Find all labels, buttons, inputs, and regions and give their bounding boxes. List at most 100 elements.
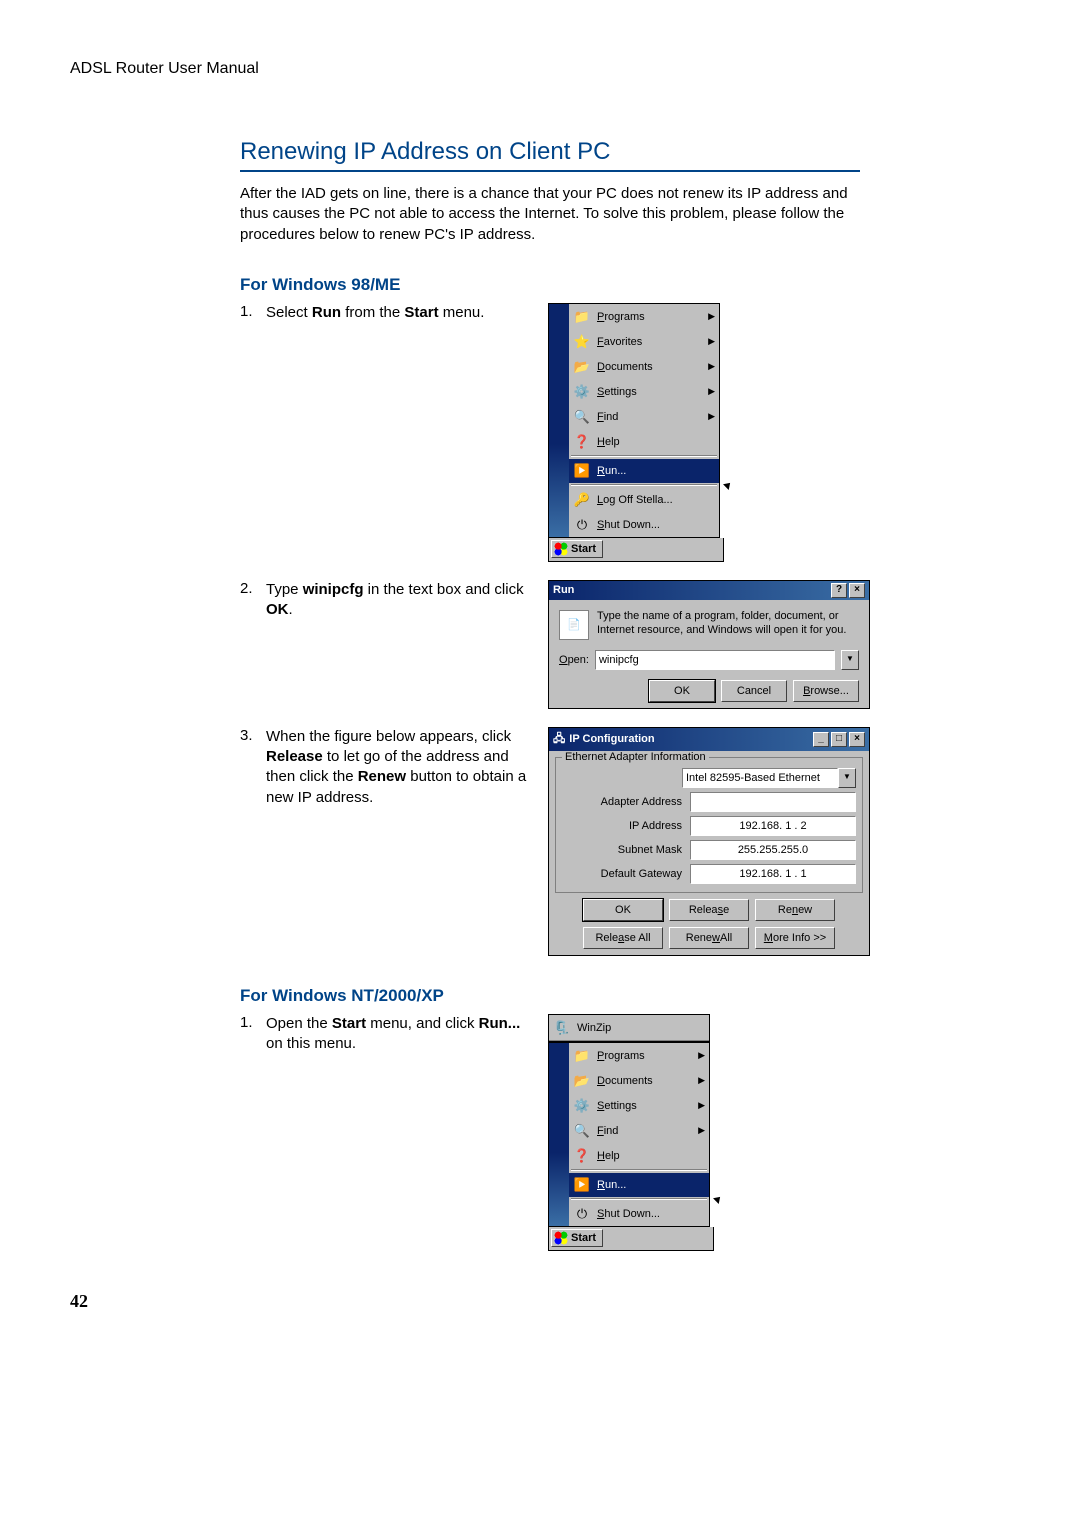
ip-row-value: 192.168. 1 . 1: [690, 864, 856, 884]
ipconfig-title: IP Configuration: [569, 733, 654, 745]
menu-item-help[interactable]: ❓Help: [569, 1143, 709, 1168]
winnt-start-menu: Windows NT Workstation 📁Programs▶📂Docume…: [548, 1042, 710, 1227]
menu-item-documents[interactable]: 📂Documents▶: [569, 354, 719, 379]
windows-logo-icon: [554, 542, 568, 556]
documents-icon: 📂: [573, 1072, 591, 1090]
menu-item-label: Help: [597, 1150, 620, 1162]
menu-item-label: Help: [597, 436, 620, 448]
ip-row-value: 192.168. 1 . 2: [690, 816, 856, 836]
renew-all-button[interactable]: Renew All: [669, 927, 749, 949]
favorites-icon: ⭐: [573, 333, 591, 351]
adapter-dropdown-button[interactable]: ▼: [838, 768, 856, 788]
menu-item-label: Programs: [597, 311, 645, 323]
menu-item-label: Run...: [597, 465, 626, 477]
start-button-label: Start: [571, 543, 596, 555]
programs-icon: 📁: [573, 308, 591, 326]
start-sideband-nt: Windows NT Workstation: [549, 1043, 569, 1226]
submenu-arrow-icon: ▶: [698, 1125, 705, 1136]
menu-item-shut-down-[interactable]: ⏻ Shut Down...: [569, 512, 719, 537]
shutdown-icon: ⏻: [573, 516, 591, 534]
more-info-button[interactable]: More Info >>: [755, 927, 835, 949]
menu-item-log-off-stella-[interactable]: 🔑 Log Off Stella...: [569, 487, 719, 512]
ipconfig-dialog: 🖧 IP Configuration _ □ × Ethernet Adapte…: [548, 727, 870, 956]
close-button[interactable]: ×: [849, 732, 865, 747]
programs-icon: 📁: [573, 1047, 591, 1065]
ok-button[interactable]: OK: [583, 899, 663, 921]
open-input[interactable]: winipcfg: [595, 650, 835, 670]
submenu-arrow-icon: ▶: [698, 1075, 705, 1086]
menu-item-documents[interactable]: 📂Documents▶: [569, 1068, 709, 1093]
settings-icon: ⚙️: [573, 1097, 591, 1115]
settings-icon: ⚙️: [573, 383, 591, 401]
ipconfig-titlebar: 🖧 IP Configuration _ □ ×: [549, 728, 869, 751]
ip-row-label: Subnet Mask: [562, 844, 690, 856]
menu-item-run-[interactable]: ▶️Run...: [569, 458, 719, 483]
browse-button[interactable]: Browse...: [793, 680, 859, 702]
taskbar-nt: Start: [548, 1227, 714, 1251]
menu-item-shut-down-[interactable]: ⏻ Shut Down...: [569, 1201, 709, 1226]
menu-item-programs[interactable]: 📁Programs▶: [569, 1043, 709, 1068]
run-icon: 📄: [559, 610, 589, 640]
ip-row-label: Adapter Address: [562, 796, 690, 808]
step-number: 3.: [240, 727, 266, 808]
ip-row: Subnet Mask255.255.255.0: [562, 840, 856, 860]
menu-item-programs[interactable]: 📁 Programs ▶: [569, 304, 719, 329]
release-button[interactable]: Release: [669, 899, 749, 921]
step3-text: When the figure below appears, click Rel…: [266, 727, 540, 808]
step-number: 1.: [240, 1014, 266, 1055]
start-button[interactable]: Start: [551, 540, 603, 558]
menu-item-settings[interactable]: ⚙️Settings▶: [569, 379, 719, 404]
maximize-button[interactable]: □: [831, 732, 847, 747]
winzip-menu-item[interactable]: 🗜️ WinZip: [549, 1015, 709, 1041]
menu-item-settings[interactable]: ⚙️Settings▶: [569, 1093, 709, 1118]
submenu-arrow-icon: ▶: [698, 1100, 705, 1111]
ip-row-label: Default Gateway: [562, 868, 690, 880]
release-all-button[interactable]: Release All: [583, 927, 663, 949]
menu-item-run-[interactable]: ▶️Run...: [569, 1172, 709, 1197]
groupbox-title: Ethernet Adapter Information: [562, 751, 709, 763]
run-dialog-titlebar: Run ? ×: [549, 581, 869, 600]
winzip-label: WinZip: [577, 1022, 611, 1034]
menu-item-find[interactable]: 🔍Find▶: [569, 404, 719, 429]
taskbar: Start: [548, 538, 724, 562]
help-button[interactable]: ?: [831, 583, 847, 598]
run-description: Type the name of a program, folder, docu…: [597, 610, 859, 638]
section-winnt-title: For Windows NT/2000/XP: [240, 986, 1010, 1006]
run-dialog: Run ? × 📄 Type the name of a program, fo…: [548, 580, 870, 709]
run-icon: ▶️: [573, 1176, 591, 1194]
renew-button[interactable]: Renew: [755, 899, 835, 921]
ok-button[interactable]: OK: [649, 680, 715, 702]
minimize-button[interactable]: _: [813, 732, 829, 747]
step-number: 2.: [240, 580, 266, 621]
step2-text: Type winipcfg in the text box and click …: [266, 580, 540, 621]
ip-row-value: [690, 792, 856, 812]
menu-item-label: Shut Down...: [597, 1208, 660, 1220]
find-icon: 🔍: [573, 1122, 591, 1140]
submenu-arrow-icon: ▶: [698, 1050, 705, 1061]
adapter-select[interactable]: Intel 82595-Based Ethernet: [682, 768, 838, 788]
ipconfig-icon: 🖧: [553, 730, 565, 749]
ip-row: IP Address192.168. 1 . 2: [562, 816, 856, 836]
open-dropdown-button[interactable]: ▼: [841, 650, 859, 670]
windows-logo-icon: [554, 1231, 568, 1245]
close-button[interactable]: ×: [849, 583, 865, 598]
doc-header: ADSL Router User Manual: [70, 60, 1010, 78]
cancel-button[interactable]: Cancel: [721, 680, 787, 702]
menu-item-help[interactable]: ❓Help: [569, 429, 719, 454]
menu-item-label: Shut Down...: [597, 519, 660, 531]
shutdown-icon: ⏻: [573, 1205, 591, 1223]
submenu-arrow-icon: ▶: [708, 311, 715, 322]
nt-step1-text: Open the Start menu, and click Run... on…: [266, 1014, 540, 1055]
section-win98-title: For Windows 98/ME: [240, 275, 1010, 295]
menu-item-label: Log Off Stella...: [597, 494, 673, 506]
logoff-icon: 🔑: [573, 491, 591, 509]
start-button-nt[interactable]: Start: [551, 1229, 603, 1247]
start-button-label: Start: [571, 1232, 596, 1244]
menu-item-label: Documents: [597, 361, 653, 373]
submenu-arrow-icon: ▶: [708, 411, 715, 422]
submenu-arrow-icon: ▶: [708, 361, 715, 372]
winzip-icon: 🗜️: [553, 1019, 571, 1037]
menu-item-favorites[interactable]: ⭐Favorites▶: [569, 329, 719, 354]
menu-item-find[interactable]: 🔍Find▶: [569, 1118, 709, 1143]
menu-item-label: Favorites: [597, 336, 642, 348]
